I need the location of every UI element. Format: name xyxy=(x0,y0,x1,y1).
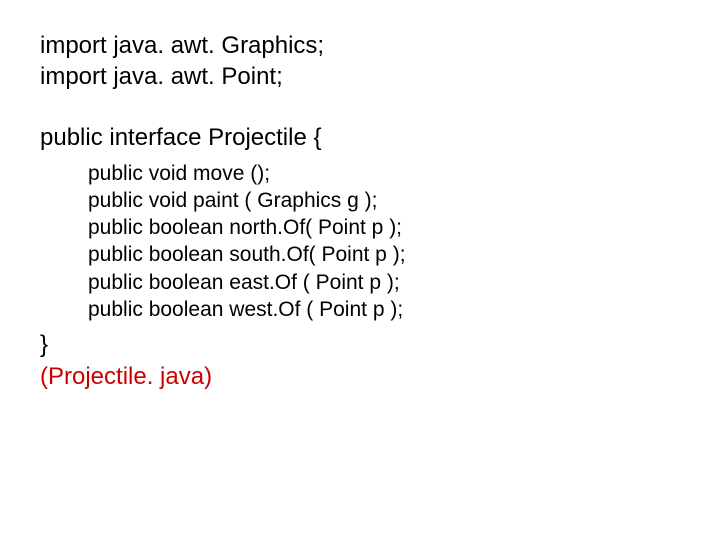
method-signature: public boolean south.Of( Point p ); xyxy=(40,241,680,268)
method-signature: public boolean west.Of ( Point p ); xyxy=(40,296,680,323)
import-line: import java. awt. Point; xyxy=(40,61,680,92)
method-signature: public void move (); xyxy=(40,160,680,187)
interface-declaration: public interface Projectile { xyxy=(40,122,680,153)
code-block: import java. awt. Graphics; import java.… xyxy=(0,0,720,422)
close-brace: } xyxy=(40,329,680,360)
method-signature: public void paint ( Graphics g ); xyxy=(40,187,680,214)
filename-label: (Projectile. java) xyxy=(40,361,680,392)
method-signature: public boolean north.Of( Point p ); xyxy=(40,214,680,241)
import-line: import java. awt. Graphics; xyxy=(40,30,680,61)
method-signature: public boolean east.Of ( Point p ); xyxy=(40,269,680,296)
